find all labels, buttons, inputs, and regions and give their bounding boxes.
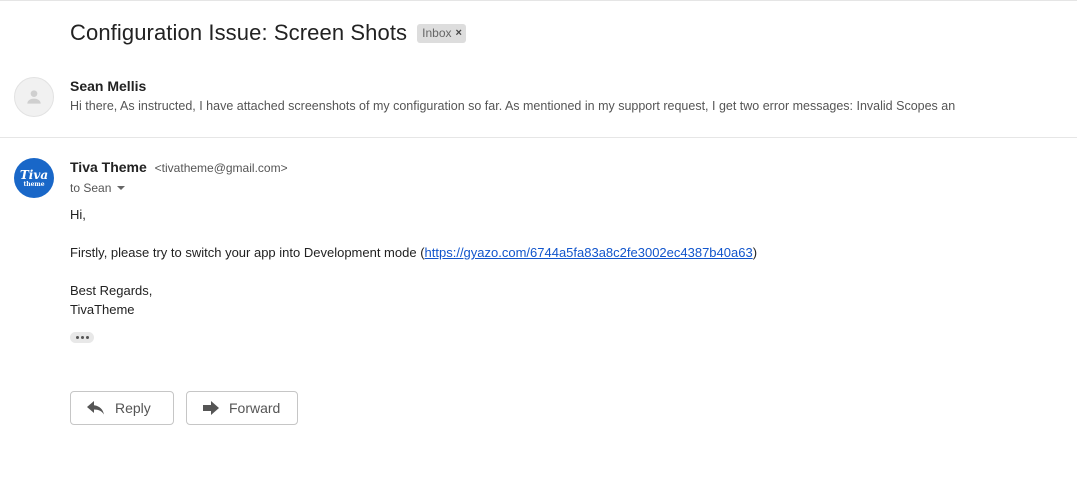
forward-icon [203,401,219,415]
reply-button[interactable]: Reply [70,391,174,425]
subject-header: Configuration Issue: Screen Shots Inbox … [70,20,466,46]
body-signature: TivaTheme [70,302,135,317]
dot-icon [75,336,79,339]
avatar-logo-sub: theme [23,180,45,188]
dot-icon [85,336,89,339]
person-icon [27,90,41,104]
forward-label: Forward [229,400,281,416]
thread-subject: Configuration Issue: Screen Shots [70,20,408,45]
recipient-text: to Sean [70,181,112,195]
message-snippet[interactable]: Hi there, As instructed, I have attached… [70,99,1040,113]
sender-name[interactable]: Tiva Theme [70,159,147,175]
message-divider [0,137,1077,138]
collapsed-sender-name[interactable]: Sean Mellis [70,78,146,94]
label-text: Inbox [422,26,452,40]
sender-line: Tiva Theme <tivatheme@gmail.com> [70,159,288,175]
body-greeting: Hi, [70,207,86,222]
top-border [0,0,1077,1]
body-closing: Best Regards, [70,283,153,298]
body-paragraph: Firstly, please try to switch your app i… [70,245,757,260]
show-details-chevron-icon[interactable] [117,186,126,190]
body-line-suffix: ) [752,245,758,260]
remove-label-icon[interactable]: × [456,27,462,39]
sender-avatar[interactable]: Tiva theme [14,158,54,198]
dot-icon [80,336,84,339]
avatar-logo-main: Tiva [19,167,49,182]
show-trimmed-content-button[interactable] [70,332,94,343]
reply-label: Reply [115,400,151,416]
gyazo-link[interactable]: https://gyazo.com/6744a5fa83a8c2fe3002ec… [425,245,753,260]
inbox-label-chip[interactable]: Inbox × [417,23,466,43]
sender-email: <tivatheme@gmail.com> [154,161,288,175]
body-line-prefix: Firstly, please try to switch your app i… [70,245,425,260]
avatar[interactable] [14,77,54,117]
recipient-line: to Sean [70,181,126,195]
forward-button[interactable]: Forward [186,391,298,425]
reply-icon [87,401,104,415]
